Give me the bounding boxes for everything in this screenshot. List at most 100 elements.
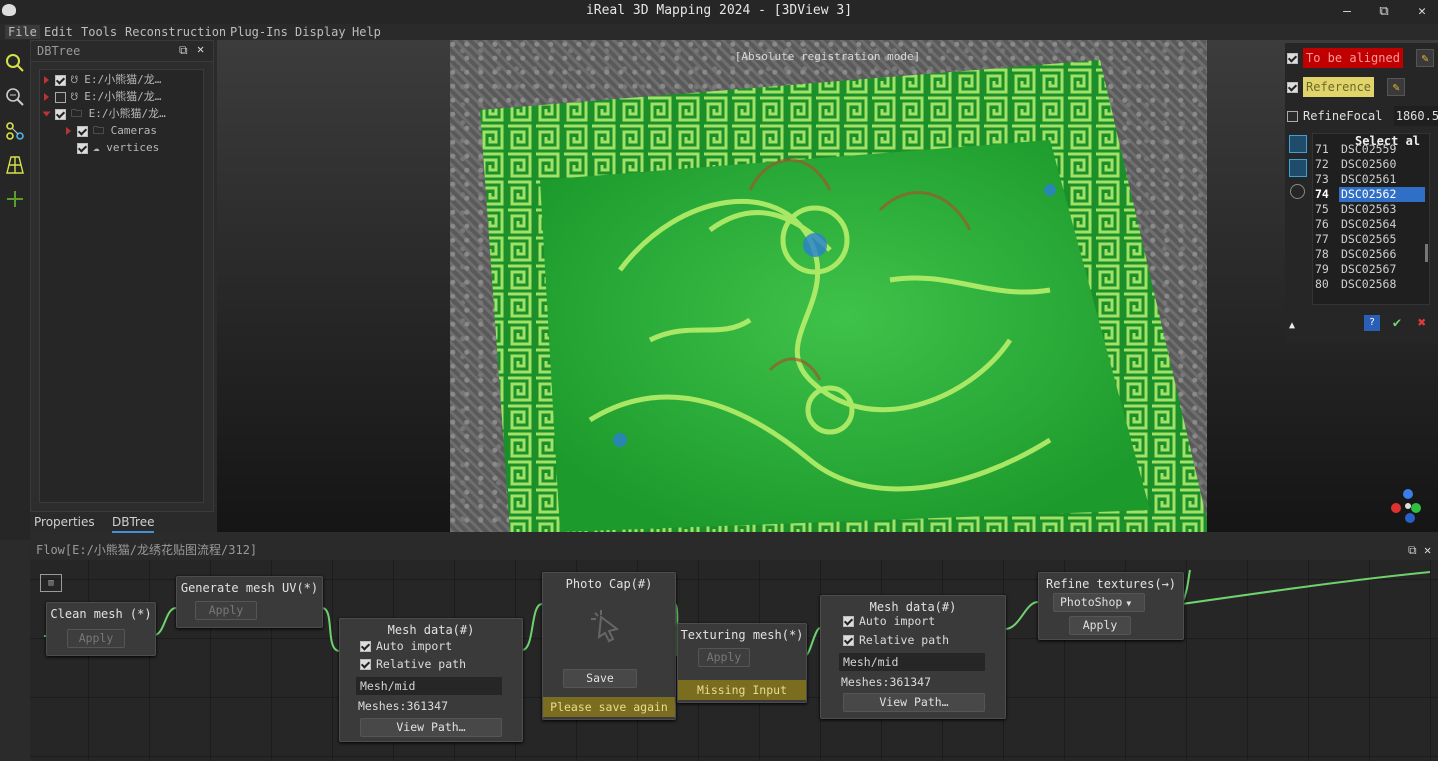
photoshop-dropdown[interactable]: PhotoShop ▼ [1053,593,1145,612]
image-list[interactable]: Select al 71 DSC02559 72 DSC02560 73 DSC02561… [1312,133,1430,305]
image-list-row[interactable]: 75 DSC02563 [1313,202,1429,217]
tree-checkbox[interactable] [77,125,88,137]
node-title: Generate mesh UV(*) [180,581,319,595]
tree-item[interactable]: 🗀 E:/小熊猫/龙… [42,106,166,122]
node-refine-textures[interactable]: Refine textures(→) PhotoShop ▼ Apply [1038,572,1184,640]
view-path-button[interactable]: View Path… [360,718,502,737]
expand-arrow-icon[interactable] [66,127,71,135]
menu-bar: File Edit Tools Reconstruction Plug-Ins … [0,24,1438,40]
tree-item[interactable]: ☋ E:/小熊猫/龙… [44,89,161,105]
menu-plugins[interactable]: Plug-Ins [230,25,288,39]
image-index: 74 [1315,187,1329,201]
refine-focal-checkbox[interactable] [1287,111,1298,122]
nodes-icon[interactable] [4,120,26,142]
cancel-icon[interactable]: ✖ [1414,315,1430,331]
dbtree-panel: DBTree ⧉ ✕ ☋ E:/小熊猫/龙… ☋ E:/小熊猫/龙… 🗀 E:/… [30,40,214,512]
restore-button[interactable]: ⧉ [1374,3,1394,21]
menu-help[interactable]: Help [352,25,381,39]
image-index: 71 [1315,142,1329,156]
image-list-row[interactable]: 79 DSC02567 [1313,262,1429,277]
help-icon[interactable]: ? [1364,315,1380,331]
pencil-icon[interactable]: ✎ [1387,78,1406,96]
menu-file[interactable]: File [5,25,40,39]
tree-checkbox[interactable] [55,91,66,103]
image-list-row[interactable]: 78 DSC02566 [1313,247,1429,262]
object-icon: ☋ [71,90,85,103]
image-list-row[interactable]: 72 DSC02560 [1313,157,1429,172]
image-list-row[interactable]: 73 DSC02561 [1313,172,1429,187]
menu-edit[interactable]: Edit [44,25,73,39]
tree-item[interactable]: ☋ E:/小熊猫/龙… [44,72,161,88]
mesh-path-input[interactable]: Mesh/mid [839,653,985,671]
image-list-row[interactable]: 77 DSC02565 [1313,232,1429,247]
auto-import-label: Auto import [859,614,936,628]
image-tool-icon[interactable] [1289,135,1307,153]
3d-view[interactable]: [Absolute registration mode] To be align… [217,40,1438,532]
to-be-aligned-checkbox[interactable] [1287,53,1298,64]
node-mesh-data-1[interactable]: Mesh data(#) Auto import Relative path M… [339,618,523,742]
checkbox[interactable] [843,635,854,646]
auto-import-checkbox[interactable]: Auto import [360,639,452,653]
minimize-button[interactable]: — [1337,3,1357,21]
expand-arrow-icon[interactable] [44,76,49,84]
node-generate-mesh-uv[interactable]: Generate mesh UV(*) Apply [176,576,323,628]
move-tool-icon[interactable] [4,188,26,210]
flow-start-icon[interactable]: ▥ [40,574,62,592]
expand-arrow-icon[interactable] [44,93,49,101]
float-icon[interactable]: ⧉ [1408,540,1417,560]
circle-tool-icon[interactable] [1290,184,1305,199]
tab-dbtree[interactable]: DBTree [112,515,155,533]
checkbox[interactable] [360,659,371,670]
apply-button[interactable]: Apply [195,601,257,620]
checkbox[interactable] [843,616,854,627]
node-texturing-mesh[interactable]: Texturing mesh(*) Apply Missing Input [677,623,807,703]
tree-item[interactable]: 🗀 Cameras [66,123,157,139]
tree-checkbox[interactable] [77,142,88,154]
image-list-row[interactable]: 80 DSC02568 [1313,277,1429,292]
expand-arrow-icon[interactable] [42,111,51,117]
mesh-grid-icon[interactable] [4,154,26,176]
confirm-icon[interactable]: ✔ [1389,315,1405,331]
relative-path-checkbox[interactable]: Relative path [360,657,466,671]
save-button[interactable]: Save [563,669,637,688]
tree-item[interactable]: ☁ vertices [77,140,159,156]
node-clean-mesh[interactable]: Clean mesh (*) Apply [46,602,156,656]
tab-properties[interactable]: Properties [34,515,95,529]
apply-button[interactable]: Apply [67,629,125,648]
search-icon[interactable] [4,52,26,74]
image-tool-icon[interactable] [1289,159,1307,177]
cloud-icon: ☁ [93,141,107,154]
scrollbar[interactable] [1425,244,1428,262]
close-icon[interactable]: ✕ [197,42,204,56]
mesh-path-input[interactable]: Mesh/mid [356,677,502,695]
view-path-button[interactable]: View Path… [843,693,985,712]
menu-tools[interactable]: Tools [81,25,117,39]
close-icon[interactable]: ✕ [1424,540,1431,560]
tree-checkbox[interactable] [55,74,66,86]
flow-canvas[interactable]: Clean mesh (*) Apply ▥ Generate mesh UV(… [30,560,1438,761]
reference-checkbox[interactable] [1287,82,1298,93]
object-icon: ☋ [71,73,85,86]
float-icon[interactable]: ⧉ [179,43,188,58]
collapse-arrow-icon[interactable]: ▲ [1289,320,1295,331]
menu-reconstruction[interactable]: Reconstruction [125,25,226,39]
image-index: 72 [1315,157,1329,171]
menu-display[interactable]: Display [295,25,346,39]
image-list-row[interactable]: 76 DSC02564 [1313,217,1429,232]
auto-import-checkbox[interactable]: Auto import [843,614,935,628]
apply-button[interactable]: Apply [698,648,750,667]
dbtree-panel-title: DBTree [37,44,81,58]
tree-checkbox[interactable] [55,108,66,120]
refine-focal-input[interactable]: 1860.54 [1393,106,1438,126]
image-list-row[interactable]: 74 DSC02562 [1313,187,1429,202]
image-list-row[interactable]: 71 DSC02559 [1313,142,1429,157]
close-button[interactable]: ✕ [1412,3,1432,21]
node-photo-cap[interactable]: Photo Cap(#) Save Please save again [542,572,676,720]
checkbox[interactable] [360,641,371,652]
node-mesh-data-2[interactable]: Mesh data(#) Auto import Relative path M… [820,595,1006,719]
image-name: DSC02565 [1341,232,1397,246]
zoom-icon[interactable] [4,86,26,108]
pencil-icon[interactable]: ✎ [1416,49,1435,67]
relative-path-checkbox[interactable]: Relative path [843,633,949,647]
apply-button[interactable]: Apply [1069,616,1131,635]
